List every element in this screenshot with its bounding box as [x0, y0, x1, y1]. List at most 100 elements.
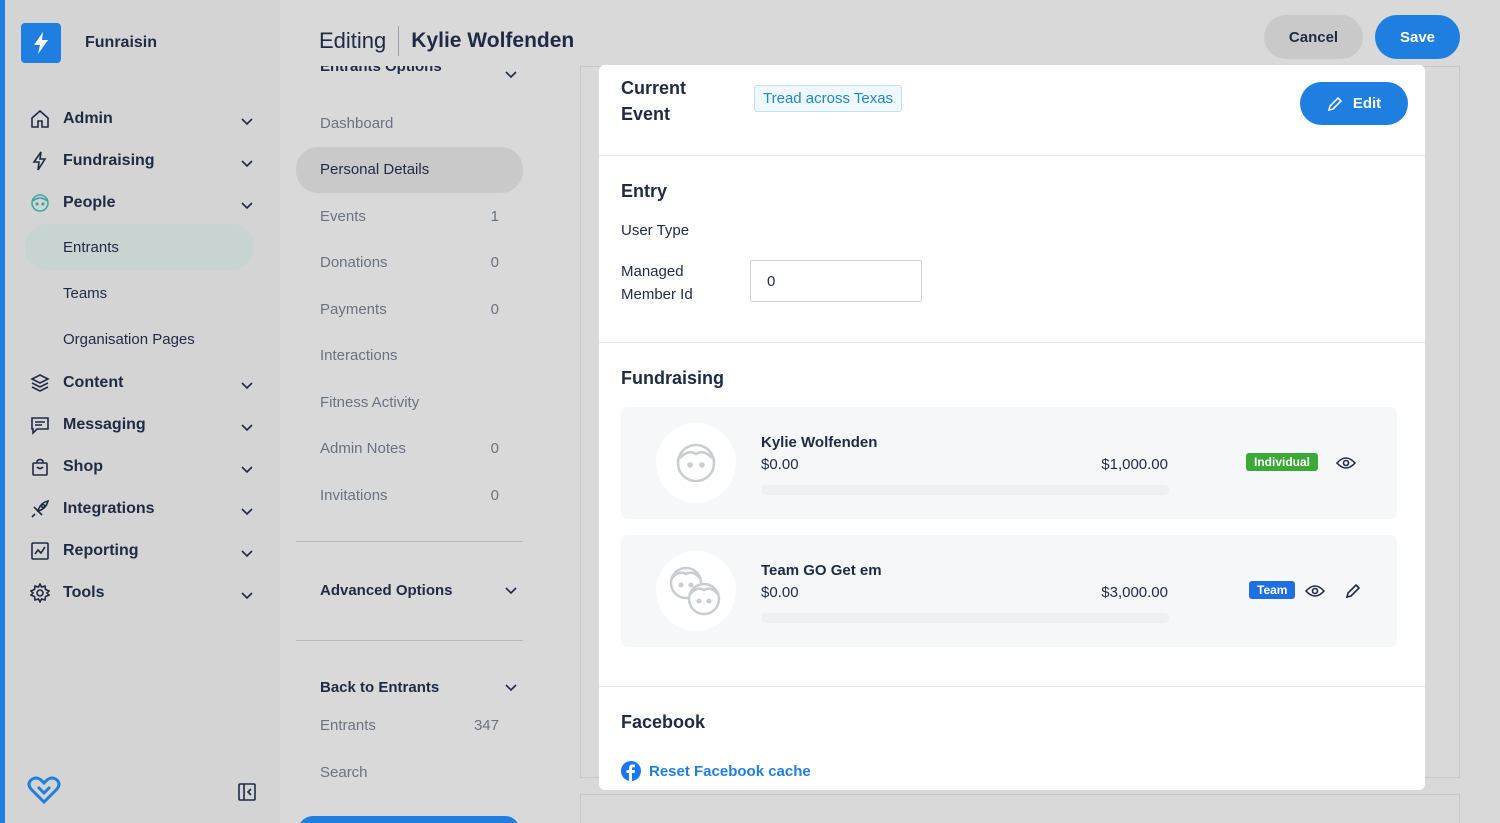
main-card: Current Event Tread across Texas Edit En…	[599, 65, 1425, 790]
subnav-item-fitness-activity[interactable]: Fitness Activity	[296, 379, 523, 426]
chevron-down-icon	[505, 66, 517, 83]
nav-item-label: Reporting	[63, 542, 139, 559]
cancel-button[interactable]: Cancel	[1264, 15, 1363, 59]
back-to-entrants-toggle[interactable]: Back to Entrants	[296, 677, 523, 699]
subnav-item-dashboard[interactable]: Dashboard	[296, 100, 523, 147]
sidebar-item-organisation-pages[interactable]: Organisation Pages	[25, 316, 265, 362]
target-amount: $1,000.00	[1101, 456, 1168, 473]
nav-item-people[interactable]: People	[25, 182, 265, 224]
subnav-item-invitations[interactable]: Invitations 0	[296, 472, 523, 519]
managed-member-label: Managed Member Id	[621, 263, 693, 303]
subnav-bottom-button[interactable]	[298, 816, 520, 823]
fundraising-section: Fundraising Kylie Wolfenden $0.00 $1,000…	[599, 343, 1425, 687]
collapse-sidebar-icon[interactable]	[237, 782, 257, 807]
nav-item-label: Integrations	[63, 500, 155, 517]
sidebar: Funraisin Admin Fundraising People Entra…	[5, 0, 280, 823]
avatar	[656, 423, 736, 503]
chevron-down-icon	[241, 155, 253, 173]
entrants-options-toggle[interactable]: Entrants Options	[296, 66, 523, 86]
advanced-options-toggle[interactable]: Advanced Options	[296, 580, 523, 602]
sidebar-item-entrants[interactable]: Entrants	[25, 224, 254, 270]
subnav-item-count: 1	[490, 207, 499, 225]
main-nav: Admin Fundraising People Entrants Teams …	[25, 98, 265, 614]
subnav-item-admin-notes[interactable]: Admin Notes 0	[296, 426, 523, 473]
chevron-down-icon	[241, 377, 253, 395]
brand[interactable]: Funraisin	[21, 23, 157, 63]
current-event-section: Current Event Tread across Texas Edit	[599, 65, 1425, 156]
save-button[interactable]: Save	[1375, 15, 1460, 59]
brand-logo-icon	[21, 23, 61, 63]
avatar	[656, 551, 736, 631]
chevron-down-icon	[241, 461, 253, 479]
subnav-item-entrants[interactable]: Entrants 347	[296, 703, 523, 750]
chevron-down-icon	[241, 545, 253, 563]
entry-title: Entry	[621, 181, 668, 201]
event-tag[interactable]: Tread across Texas	[754, 85, 903, 112]
subnav-item-label: Payments	[320, 300, 387, 318]
edit-event-button[interactable]: Edit	[1300, 82, 1408, 125]
nav-item-label: Fundraising	[63, 152, 155, 169]
subnav-item-payments[interactable]: Payments 0	[296, 286, 523, 333]
subnav-item-label: Fitness Activity	[320, 393, 420, 411]
subnav-item-count: 0	[490, 440, 499, 458]
nav-item-messaging[interactable]: Messaging	[25, 404, 265, 446]
nav-item-fundraising[interactable]: Fundraising	[25, 140, 265, 182]
reset-facebook-label: Reset Facebook cache	[649, 762, 811, 780]
chevron-down-icon	[505, 582, 517, 599]
rocket-icon	[29, 498, 51, 520]
nav-item-admin[interactable]: Admin	[25, 98, 265, 140]
team-badge: Team	[1249, 581, 1296, 599]
subnav-item-label: Events	[320, 207, 366, 225]
current-event-label: Current Event	[621, 78, 687, 124]
nav-item-integrations[interactable]: Integrations	[25, 488, 265, 530]
subnav-item-events[interactable]: Events 1	[296, 193, 523, 240]
sidebar-item-teams[interactable]: Teams	[25, 270, 265, 316]
subnav-item-count: 0	[490, 300, 499, 318]
subnav-item-personal-details[interactable]: Personal Details	[296, 146, 523, 193]
reset-facebook-cache-link[interactable]: Reset Facebook cache	[621, 761, 811, 781]
subnav-item-donations[interactable]: Donations 0	[296, 240, 523, 287]
managed-member-input[interactable]	[750, 260, 922, 302]
chevron-down-icon	[241, 587, 253, 605]
team-faces-icon	[669, 566, 721, 616]
subnav-item-search[interactable]: Search	[296, 749, 523, 796]
page-title: Editing Kylie Wolfenden	[319, 26, 574, 56]
eye-icon[interactable]	[1334, 451, 1358, 475]
fundraising-row: Team GO Get em $0.00 $3,000.00 Team	[621, 535, 1397, 647]
bolt-icon	[29, 150, 51, 172]
subnav-item-interactions[interactable]: Interactions	[296, 333, 523, 380]
chevron-down-icon	[241, 503, 253, 521]
entity-name: Kylie Wolfenden	[411, 29, 575, 52]
layers-icon	[29, 372, 51, 394]
nav-item-shop[interactable]: Shop	[25, 446, 265, 488]
editing-label: Editing	[319, 28, 387, 53]
nav-item-label: Content	[63, 374, 124, 391]
chevron-down-icon	[505, 679, 517, 696]
subnav-item-label: Dashboard	[320, 114, 394, 132]
target-amount: $3,000.00	[1101, 584, 1168, 601]
pencil-icon[interactable]	[1341, 579, 1365, 603]
face-icon	[676, 443, 716, 483]
progress-bar	[761, 485, 1169, 495]
pencil-icon	[1327, 96, 1343, 112]
fundraising-title: Fundraising	[621, 368, 724, 388]
subnav-item-label: Entrants	[320, 717, 376, 735]
fundraiser-name: Kylie Wolfenden	[761, 434, 878, 451]
subnav-item-label: Admin Notes	[320, 440, 406, 458]
nav-item-tools[interactable]: Tools	[25, 572, 265, 614]
subnav-item-label: Interactions	[320, 347, 398, 365]
heart-logo-icon[interactable]	[27, 776, 61, 809]
nav-item-reporting[interactable]: Reporting	[25, 530, 265, 572]
entrants-options-label: Entrants Options	[320, 66, 442, 75]
title-divider	[398, 26, 400, 56]
brand-name: Funraisin	[85, 34, 158, 51]
eye-icon[interactable]	[1303, 579, 1327, 603]
subnav-item-count: 0	[490, 254, 499, 272]
nav-item-label: Shop	[63, 458, 103, 475]
back-to-entrants-label: Back to Entrants	[320, 679, 440, 696]
background-panel	[580, 794, 1460, 823]
nav-item-label: Messaging	[63, 416, 146, 433]
nav-item-content[interactable]: Content	[25, 362, 265, 404]
nav-item-label: People	[63, 194, 116, 211]
subnav-item-label: Invitations	[320, 486, 388, 504]
